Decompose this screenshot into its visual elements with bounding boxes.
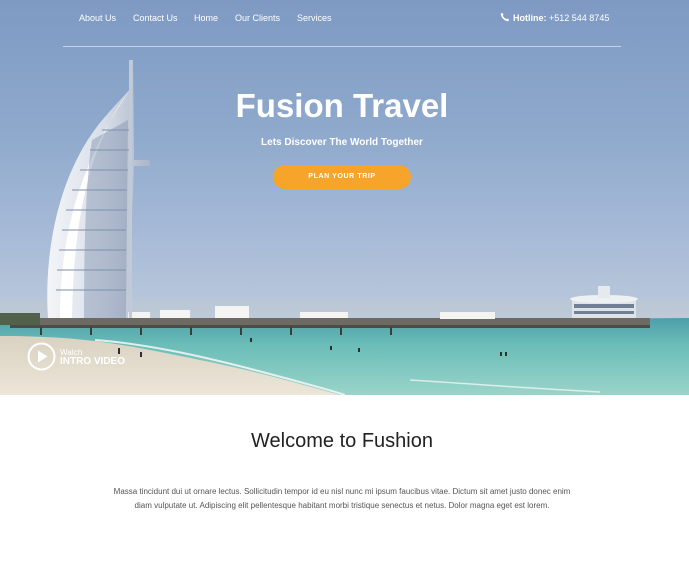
video-label: INTRO VIDEO (60, 356, 126, 367)
hero-background-image (0, 60, 689, 395)
nav-link-home[interactable]: Home (194, 12, 218, 24)
page: About Us Contact Us Home Our Clients Ser… (0, 0, 689, 564)
hotline-number: +512 544 8745 (549, 13, 610, 23)
top-nav: About Us Contact Us Home Our Clients Ser… (0, 0, 689, 47)
phone-icon (500, 12, 510, 22)
nav-divider (63, 46, 621, 47)
welcome-body: Massa tincidunt dui ut ornare lectus. So… (113, 487, 571, 510)
hotline[interactable]: Hotline: +512 544 8745 (500, 12, 609, 24)
plan-your-trip-button[interactable]: PLAN YOUR TRIP (273, 165, 411, 189)
hero-section: About Us Contact Us Home Our Clients Ser… (0, 0, 689, 395)
hotline-label: Hotline: (513, 13, 547, 23)
nav-link-about-us[interactable]: About Us (79, 12, 116, 24)
welcome-title: Welcome to Fushion (251, 430, 433, 452)
play-circle-icon (27, 342, 56, 371)
hero-subtitle: Lets Discover The World Together (261, 137, 423, 148)
hero-title: Fusion Travel (235, 87, 449, 124)
nav-link-contact-us[interactable]: Contact Us (133, 12, 178, 24)
nav-link-services[interactable]: Services (297, 12, 332, 24)
watch-intro-video-link[interactable]: Watch INTRO VIDEO (27, 342, 137, 372)
nav-link-our-clients[interactable]: Our Clients (235, 12, 280, 24)
